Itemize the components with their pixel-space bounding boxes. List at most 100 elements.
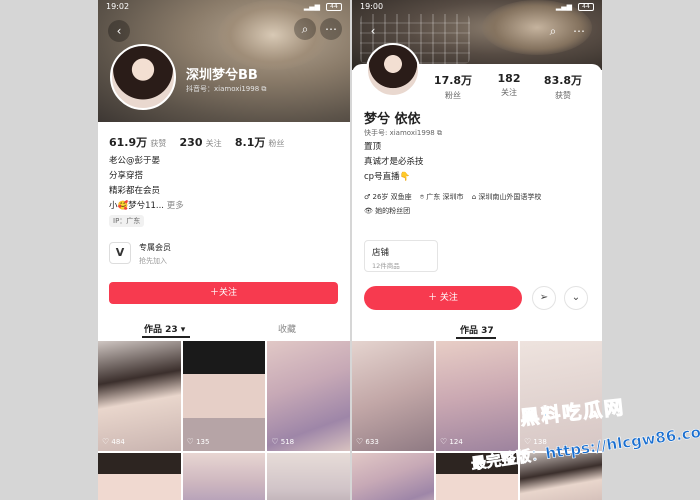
- like-count: ♡ 518: [271, 437, 295, 446]
- active-tab-indicator: [456, 337, 496, 339]
- search-icon: ⌕: [549, 24, 557, 38]
- like-count: ♡ 484: [102, 437, 125, 446]
- bio-line: 老公@彭于晏: [109, 156, 161, 166]
- search-icon: ⌕: [301, 22, 309, 36]
- stat-followers-label: 粉丝: [445, 91, 461, 100]
- heart-icon: ♡: [271, 437, 279, 446]
- chevron-left-icon: ‹: [116, 24, 122, 38]
- profile-name: 梦兮 依依: [364, 112, 421, 127]
- more-icon: ⋯: [325, 22, 337, 36]
- ip-row: IP：广东: [109, 214, 184, 229]
- signal-icon: ▂▄▆: [555, 3, 572, 11]
- heart-icon: ♡: [186, 437, 194, 446]
- like-count: ♡ 633: [356, 437, 379, 446]
- profile-id: 抖音号：xiamoxi1998 ⧉: [186, 85, 267, 93]
- bio-line: cp号直播👇: [364, 172, 411, 182]
- content-tabs: 作品 37: [352, 319, 602, 339]
- content-tabs: 作品 23 ▾ 收藏: [98, 318, 350, 340]
- stat-likes-value: 83.8万: [543, 74, 583, 87]
- bio-line: 分享穿搭: [109, 171, 144, 181]
- video-thumbnail[interactable]: [182, 453, 266, 500]
- location-tag: ⌾ 广东 深圳市: [419, 193, 464, 201]
- heart-icon: ♡: [356, 437, 364, 446]
- search-button[interactable]: ⌕: [542, 20, 564, 42]
- like-count: ♡ 124: [440, 437, 463, 446]
- stat-following[interactable]: 182 关注: [486, 72, 532, 98]
- more-button[interactable]: ⋯: [320, 18, 342, 40]
- douyin-profile-screen: 19:02 ▂▄▆ 44 ‹ ⌕ ⋯ 深圳梦兮BB 抖音号：xiamoxi199…: [98, 0, 350, 500]
- video-thumbnail[interactable]: [267, 453, 350, 500]
- status-bar: 19:00 ▂▄▆ 44: [360, 2, 594, 14]
- video-thumbnail[interactable]: ♡ 124: [436, 341, 518, 451]
- profile-bio: 置顶 真诚才是必杀技 cp号直播👇: [364, 140, 424, 185]
- bio-line: 精彩都在会员: [109, 186, 161, 196]
- stat-followers-value[interactable]: 8.1万: [235, 136, 266, 149]
- send-icon: ➢: [539, 292, 549, 303]
- stat-followers[interactable]: 17.8万粉丝: [430, 72, 476, 101]
- tab-works[interactable]: 作品 23 ▾: [144, 322, 185, 335]
- video-thumbnail[interactable]: [352, 453, 434, 500]
- status-time: 19:02: [106, 2, 130, 11]
- back-button[interactable]: ‹: [362, 20, 384, 42]
- bio-line: 真诚才是必杀技: [364, 157, 424, 167]
- status-time: 19:00: [360, 2, 384, 11]
- active-tab-indicator: [142, 336, 190, 338]
- age-sign-tag: ♂ 26岁 双鱼座: [364, 193, 412, 201]
- stat-likes-label: 获赞: [555, 91, 571, 100]
- status-bar: 19:02 ▂▄▆ 44: [106, 2, 342, 14]
- stat-following-label[interactable]: 关注: [206, 139, 222, 148]
- like-count: ♡ 135: [186, 437, 210, 446]
- member-v-icon: V: [109, 242, 131, 264]
- video-thumbnail[interactable]: [98, 453, 181, 500]
- member-title: 专属会员: [139, 243, 171, 252]
- video-thumbnail[interactable]: ♡ 518: [267, 341, 350, 451]
- school-tag[interactable]: ⌂ 深圳南山外国语学校: [472, 190, 542, 204]
- profile-id: 快手号: xiamoxi1998 ⧉: [364, 129, 442, 137]
- profile-tags: ♂ 26岁 双鱼座 ⌾ 广东 深圳市 ⌂ 深圳南山外国语学校 👁 她的粉丝团: [364, 190, 594, 218]
- battery-icon: 44: [578, 3, 594, 11]
- member-subtitle: 抢先加入: [139, 257, 167, 265]
- follow-button[interactable]: ＋ 关注: [364, 286, 522, 310]
- screenshot-stage: 19:02 ▂▄▆ 44 ‹ ⌕ ⋯ 深圳梦兮BB 抖音号：xiamoxi199…: [0, 0, 700, 500]
- search-button[interactable]: ⌕: [294, 18, 316, 40]
- avatar[interactable]: [366, 43, 420, 97]
- follow-button[interactable]: ＋关注: [109, 282, 338, 304]
- chevron-left-icon: ‹: [370, 24, 376, 38]
- video-thumbnail[interactable]: ♡ 135: [182, 341, 266, 451]
- back-button[interactable]: ‹: [108, 20, 130, 42]
- stat-likes-value: 61.9万: [109, 136, 148, 149]
- heart-icon: ♡: [102, 437, 110, 446]
- battery-icon: 44: [326, 3, 342, 11]
- copy-icon[interactable]: ⧉: [261, 85, 266, 93]
- stat-followers-value: 17.8万: [433, 74, 473, 87]
- video-thumbnail[interactable]: ♡ 633: [352, 341, 434, 451]
- expand-button[interactable]: ⌄: [564, 286, 588, 310]
- shop-entry[interactable]: 店铺 12件商品: [364, 240, 438, 272]
- stat-following-value[interactable]: 230: [180, 136, 203, 149]
- fan-group-tag[interactable]: 👁 她的粉丝团: [364, 204, 410, 218]
- bio-line: 置顶: [364, 142, 382, 152]
- profile-name: 深圳梦兮BB: [186, 68, 258, 83]
- tab-works[interactable]: 作品 37: [460, 323, 494, 336]
- profile-bio: 老公@彭于晏 分享穿搭 精彩都在会员 小🥰梦兮11... 更多 IP：广东: [109, 154, 184, 229]
- stat-following-value: 182: [497, 72, 521, 85]
- bio-more-link[interactable]: 更多: [167, 201, 184, 211]
- bio-line: 小🥰梦兮11... 更多: [109, 201, 184, 211]
- stat-likes: 83.8万获赞: [540, 72, 586, 101]
- heart-icon: ♡: [440, 437, 448, 446]
- video-thumbnail[interactable]: ♡ 484: [98, 341, 181, 451]
- shop-subtitle: 12件商品: [372, 262, 400, 270]
- avatar[interactable]: [110, 44, 176, 110]
- stat-followers-label[interactable]: 粉丝: [269, 139, 285, 148]
- share-button[interactable]: ➢: [532, 286, 556, 310]
- signal-icon: ▂▄▆: [303, 3, 320, 11]
- exclusive-member-entry[interactable]: V 专属会员 抢先加入: [109, 240, 229, 270]
- video-grid: ♡ 484 ♡ 135 ♡ 518: [98, 341, 350, 500]
- profile-stats: 61.9万 获赞 230 关注 8.1万 粉丝: [109, 134, 295, 150]
- more-button[interactable]: ⋯: [568, 20, 590, 42]
- shop-title: 店铺: [372, 248, 390, 258]
- chevron-down-icon: ⌄: [571, 292, 581, 303]
- tab-favorites[interactable]: 收藏: [278, 322, 296, 335]
- stat-likes-label: 获赞: [150, 139, 167, 148]
- more-icon: ⋯: [573, 24, 585, 38]
